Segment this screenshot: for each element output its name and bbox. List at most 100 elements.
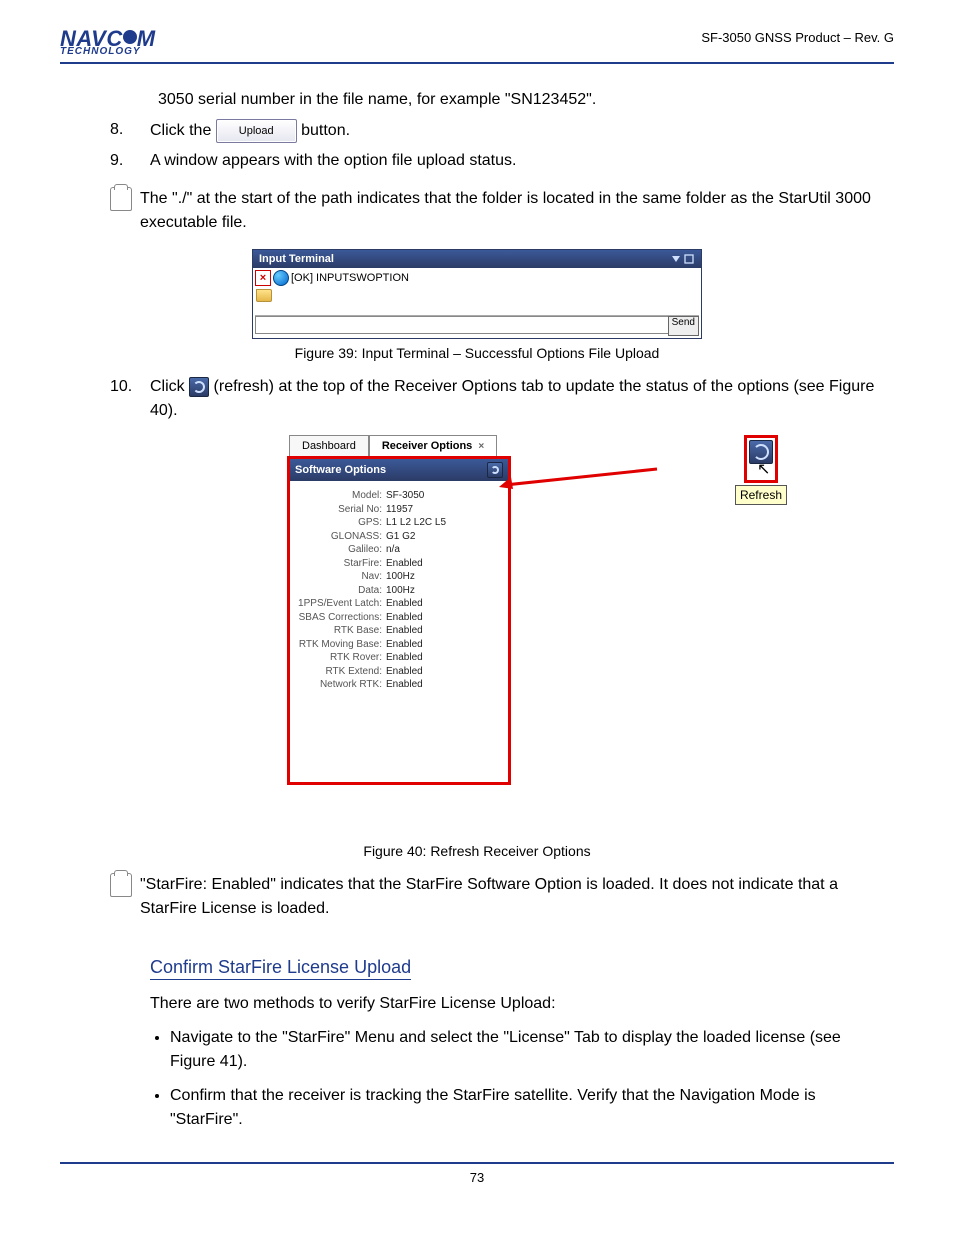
software-options-panel: Software Options Model:SF-3050Serial No:… [287,456,511,785]
note-icon [110,873,132,897]
option-key: SBAS Corrections: [296,611,386,625]
option-key: RTK Moving Base: [296,638,386,652]
step-number: 9. [110,149,150,173]
tab-label: Receiver Options [382,440,472,452]
option-key: RTK Rover: [296,651,386,665]
refresh-icon[interactable] [189,377,209,397]
option-key: StarFire: [296,557,386,571]
note-icon [110,187,132,211]
callout-box: ↖ [744,435,778,483]
refresh-icon[interactable] [749,440,773,464]
option-row: Serial No:11957 [296,503,502,517]
footer-rule [60,1162,894,1164]
step-text: A window appears with the option file up… [150,149,894,173]
step-text: Click the Upload button. [150,118,894,144]
intro-text: 3050 serial number in the file name, for… [158,88,874,112]
option-value: 100Hz [386,584,502,598]
step-number: 10. [110,375,150,423]
option-row: Galileo:n/a [296,543,502,557]
option-key: GLONASS: [296,530,386,544]
option-value: Enabled [386,557,502,571]
folder-icon[interactable] [256,289,272,302]
option-row: 1PPS/Event Latch:Enabled [296,597,502,611]
navcom-logo: NAVCM TECHNOLOGY [60,30,156,56]
paragraph: There are two methods to verify StarFire… [150,992,874,1016]
globe-icon [273,270,289,286]
figure-40-caption: Figure 40: Refresh Receiver Options [60,843,894,859]
list-item: Confirm that the receiver is tracking th… [170,1084,874,1132]
step-text: Click (refresh) at the top of the Receiv… [150,375,894,423]
step-10: 10. Click (refresh) at the top of the Re… [110,375,894,423]
option-row: RTK Extend:Enabled [296,665,502,679]
option-value: Enabled [386,651,502,665]
upload-button[interactable]: Upload [216,119,297,144]
terminal-line2 [255,286,699,305]
cursor-icon: ↖ [757,462,770,478]
close-icon[interactable]: × [255,270,271,286]
callout-arrow [497,465,677,495]
list-item: Navigate to the "StarFire" Menu and sele… [170,1026,874,1074]
option-key: 1PPS/Event Latch: [296,597,386,611]
tab-receiver-options[interactable]: Receiver Options × [369,435,497,456]
options-titlebar: Software Options [290,459,508,481]
option-value: Enabled [386,638,502,652]
bullet-list: Navigate to the "StarFire" Menu and sele… [170,1026,874,1132]
step-8-post: button. [301,122,350,139]
option-key: Galileo: [296,543,386,557]
figure-40: Dashboard Receiver Options × Software Opt… [287,435,667,835]
option-key: RTK Extend: [296,665,386,679]
option-key: Serial No: [296,503,386,517]
terminal-input-row: Send [255,315,699,336]
option-key: GPS: [296,516,386,530]
step-number: 8. [110,118,150,144]
tab-dashboard[interactable]: Dashboard [289,435,369,456]
refresh-tooltip: Refresh [735,485,787,505]
terminal-body: × [OK] INPUTSWOPTION Send [253,268,701,338]
send-button[interactable]: Send [668,316,699,336]
input-terminal-panel: Input Terminal × [OK] INPUTSWOPTION Send [252,249,702,339]
tab-close-icon[interactable]: × [478,441,484,452]
option-value: 100Hz [386,570,502,584]
figure-39-caption: Figure 39: Input Terminal – Successful O… [60,345,894,361]
terminal-title-icons [669,253,695,265]
option-value: Enabled [386,611,502,625]
refresh-callout: ↖ Refresh [735,435,787,505]
step-8: 8. Click the Upload button. [110,118,894,144]
option-row: Network RTK:Enabled [296,678,502,692]
logo-gear-icon [123,30,137,44]
option-value: Enabled [386,678,502,692]
terminal-titlebar: Input Terminal [253,250,701,268]
option-value: n/a [386,543,502,557]
header-rule [60,62,894,64]
step-9: 9. A window appears with the option file… [110,149,894,173]
option-row: Nav:100Hz [296,570,502,584]
option-value: L1 L2 L2C L5 [386,516,502,530]
options-title: Software Options [295,464,386,476]
option-row: Data:100Hz [296,584,502,598]
page-header: NAVCM TECHNOLOGY SF-3050 GNSS Product – … [60,30,894,56]
option-key: RTK Base: [296,624,386,638]
option-row: GLONASS:G1 G2 [296,530,502,544]
option-value: Enabled [386,597,502,611]
option-value: 11957 [386,503,502,517]
doc-title: SF-3050 GNSS Product – Rev. G [701,30,894,45]
option-row: SBAS Corrections:Enabled [296,611,502,625]
tab-bar: Dashboard Receiver Options × [289,435,667,456]
terminal-line: × [OK] INPUTSWOPTION [255,270,699,286]
option-key: Network RTK: [296,678,386,692]
refresh-icon[interactable] [487,462,503,478]
note-1-text: The "./" at the start of the path indica… [140,187,894,235]
page-number: 73 [60,1170,894,1185]
section-heading: Confirm StarFire License Upload [150,957,411,980]
terminal-input[interactable] [255,316,668,334]
option-row: StarFire:Enabled [296,557,502,571]
option-value: G1 G2 [386,530,502,544]
options-list: Model:SF-3050Serial No:11957GPS:L1 L2 L2… [290,481,508,782]
option-row: RTK Moving Base:Enabled [296,638,502,652]
step-8-pre: Click the [150,122,216,139]
note-1: The "./" at the start of the path indica… [110,187,894,235]
option-row: RTK Rover:Enabled [296,651,502,665]
dropdown-icon[interactable] [669,253,695,265]
option-value: SF-3050 [386,489,502,503]
note-2: "StarFire: Enabled" indicates that the S… [110,873,894,921]
